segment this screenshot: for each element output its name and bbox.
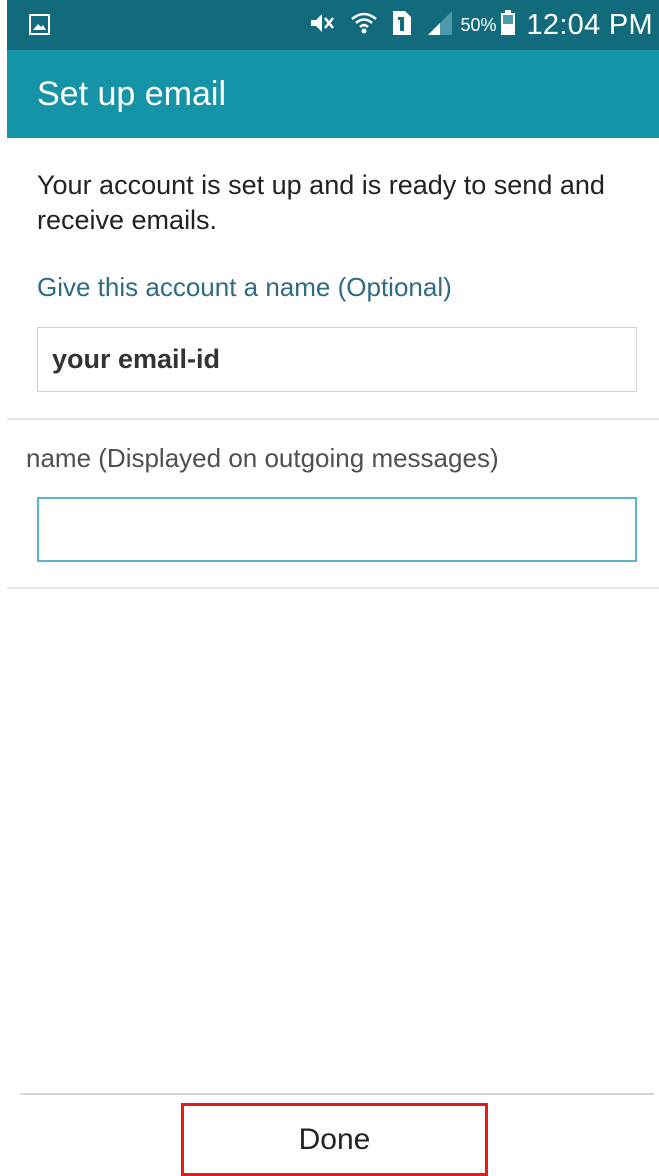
sim-icon (392, 10, 412, 41)
account-name-input[interactable] (37, 327, 637, 392)
email-setup-screen: 50% 12:04 PM Set up email Your account i… (0, 0, 659, 1176)
your-name-input[interactable] (37, 497, 637, 562)
clock: 12:04 PM (526, 8, 653, 41)
your-name-label: name (Displayed on outgoing messages) (26, 443, 499, 473)
action-bar: Set up email (7, 50, 659, 138)
battery-percent: 50% (460, 14, 497, 35)
battery-icon (500, 9, 516, 41)
done-button[interactable]: Done (184, 1106, 485, 1173)
gallery-icon (29, 14, 50, 35)
mute-icon (308, 11, 336, 40)
bottom-bar-divider (20, 1093, 654, 1095)
section-divider (7, 587, 659, 589)
status-bar: 50% 12:04 PM (7, 0, 659, 50)
section-divider (7, 418, 659, 420)
page-title: Set up email (37, 75, 226, 113)
setup-complete-message: Your account is set up and is ready to s… (37, 170, 605, 235)
account-name-label: Give this account a name (Optional) (37, 272, 452, 302)
wifi-icon (350, 9, 378, 42)
status-icons: 50% 12:04 PM (308, 0, 653, 50)
signal-icon (426, 10, 454, 41)
